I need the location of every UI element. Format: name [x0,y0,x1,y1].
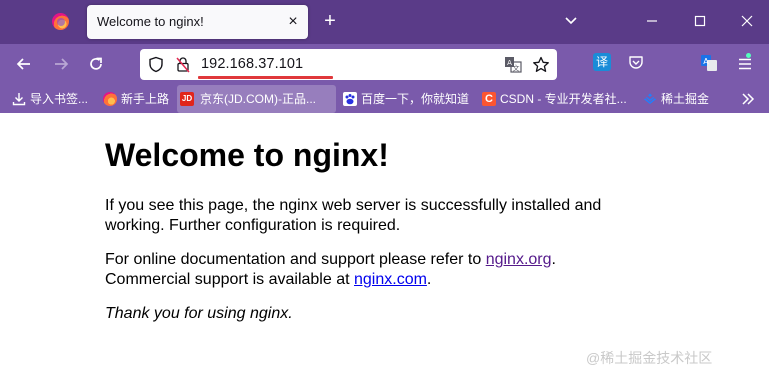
bookmark-baidu[interactable]: 百度一下，你就知道 [343,85,473,113]
tab-strip: Welcome to nginx! × + [0,0,769,44]
translate-extension-icon[interactable]: 译 [593,53,611,71]
bookmark-getting-started[interactable]: 新手上路 [103,85,173,113]
install-message: If you see this page, the nginx web serv… [105,197,602,234]
baidu-icon [343,92,357,106]
window-close-icon[interactable] [738,12,756,30]
csdn-icon: C [482,92,496,106]
tab-list-chevron-icon[interactable] [563,12,579,30]
bookmark-label: 稀土掘金 [661,92,710,106]
bookmark-jd[interactable]: JD 京东(JD.COM)-正品... [177,85,336,113]
insecure-lock-icon[interactable] [175,56,191,73]
commercial-punct: . [426,271,432,288]
bookmark-star-icon[interactable] [532,56,550,73]
docs-punct: . [551,251,556,268]
back-arrow-icon[interactable] [14,54,34,74]
page-title: Welcome to nginx! [105,137,389,173]
docs-text: For online documentation and support ple… [105,251,486,268]
update-badge-icon [746,53,751,58]
page-content: Welcome to nginx! If you see this page, … [0,113,769,379]
more-bookmarks-chevron-icon[interactable] [740,91,756,107]
nginx-com-link[interactable]: nginx.com [354,271,427,288]
tab-close-icon[interactable]: × [284,13,302,31]
url-text[interactable]: 192.168.37.101 [201,56,303,72]
shield-icon[interactable] [148,56,164,73]
bookmark-juejin[interactable]: 稀土掘金 [643,85,713,113]
pocket-icon[interactable] [627,54,645,72]
active-tab[interactable]: Welcome to nginx! × [87,5,308,39]
maximize-icon[interactable] [691,12,709,30]
thank-you-text: Thank you for using nginx. [105,305,293,322]
bookmark-label: 百度一下，你就知道 [361,92,470,106]
svg-text:A: A [507,59,512,67]
forward-arrow-icon[interactable] [51,54,71,74]
bookmarks-toolbar: 导入书签... 新手上路 JD 京东(JD.COM)-正品... 百度一下，你就… [0,85,769,113]
url-highlight-underline [198,76,333,79]
juejin-icon [644,93,656,104]
docs-paragraph: For online documentation and support ple… [105,250,625,290]
firefox-logo-icon[interactable] [52,13,69,30]
menu-hamburger-icon[interactable] [736,55,754,73]
translate-icon[interactable]: 文 A [504,56,522,73]
svg-text:文: 文 [513,64,520,73]
watermark: @稀土掘金技术社区 [586,350,713,366]
bookmark-import[interactable]: 导入书签... [12,85,98,113]
bookmark-label: 京东(JD.COM)-正品... [200,92,316,106]
commercial-text: Commercial support is available at [105,271,354,288]
firefox-icon [103,92,117,106]
address-bar[interactable]: 192.168.37.101 文 A [140,49,557,80]
bookmark-label: CSDN - 专业开发者社... [500,92,627,106]
minimize-icon[interactable] [643,12,661,30]
new-tab-button[interactable]: + [320,9,340,33]
translate-addon-icon[interactable]: A [700,54,718,72]
bookmark-label: 新手上路 [121,92,170,106]
tab-title: Welcome to nginx! [97,14,204,29]
reload-icon[interactable] [86,54,106,74]
svg-text:A: A [703,57,709,66]
nginx-org-link[interactable]: nginx.org [486,251,552,268]
bookmark-csdn[interactable]: C CSDN - 专业开发者社... [482,85,635,113]
navigation-toolbar: 192.168.37.101 文 A 译 A [0,44,769,85]
bookmark-label: 导入书签... [30,92,89,106]
jd-icon: JD [180,92,194,106]
import-icon [12,93,26,106]
